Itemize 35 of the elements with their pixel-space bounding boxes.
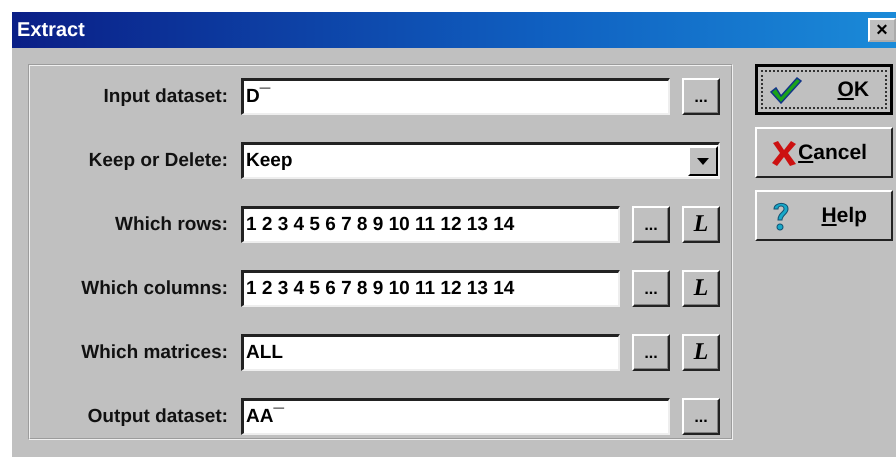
dropdown-value: Keep [245, 150, 292, 172]
field-value: 1 2 3 4 5 6 7 8 9 10 11 12 13 14 [245, 214, 514, 236]
input-field[interactable]: D¯ [241, 78, 670, 115]
browse-button[interactable]: ... [682, 398, 720, 435]
browse-button[interactable]: ... [632, 334, 670, 371]
input-field[interactable]: 1 2 3 4 5 6 7 8 9 10 11 12 13 14 [241, 206, 620, 243]
input-field[interactable]: ALL [241, 334, 620, 371]
close-button[interactable]: × [868, 18, 896, 42]
browse-button[interactable]: ... [632, 206, 670, 243]
field-label: Output dataset: [86, 406, 228, 428]
field-value: ALL [245, 342, 283, 364]
help-button[interactable]: Help [755, 190, 893, 241]
list-button[interactable]: L [682, 206, 720, 243]
cross-icon [771, 138, 797, 166]
field-value: 1 2 3 4 5 6 7 8 9 10 11 12 13 14 [245, 278, 514, 300]
list-button[interactable]: L [682, 270, 720, 307]
ok-button[interactable]: OK [755, 64, 893, 115]
field-label: Which matrices: [80, 342, 228, 364]
field-value: D¯ [245, 86, 270, 108]
window-title: Extract [17, 18, 85, 42]
field-label: Which rows: [114, 214, 228, 236]
input-field[interactable]: AA¯ [241, 398, 670, 435]
input-field[interactable]: 1 2 3 4 5 6 7 8 9 10 11 12 13 14 [241, 270, 620, 307]
dropdown[interactable]: Keep [241, 142, 720, 179]
checkmark-icon [769, 74, 803, 104]
field-value: AA¯ [245, 406, 284, 428]
cancel-button[interactable]: Cancel [755, 127, 893, 178]
dropdown-arrow-button[interactable] [688, 146, 718, 176]
field-label: Which columns: [80, 278, 228, 300]
browse-button[interactable]: ... [632, 270, 670, 307]
list-button[interactable]: L [682, 334, 720, 371]
field-label: Keep or Delete: [88, 150, 228, 172]
caret-icon [697, 158, 709, 164]
browse-button[interactable]: ... [682, 78, 720, 115]
field-label: Input dataset: [102, 86, 228, 108]
